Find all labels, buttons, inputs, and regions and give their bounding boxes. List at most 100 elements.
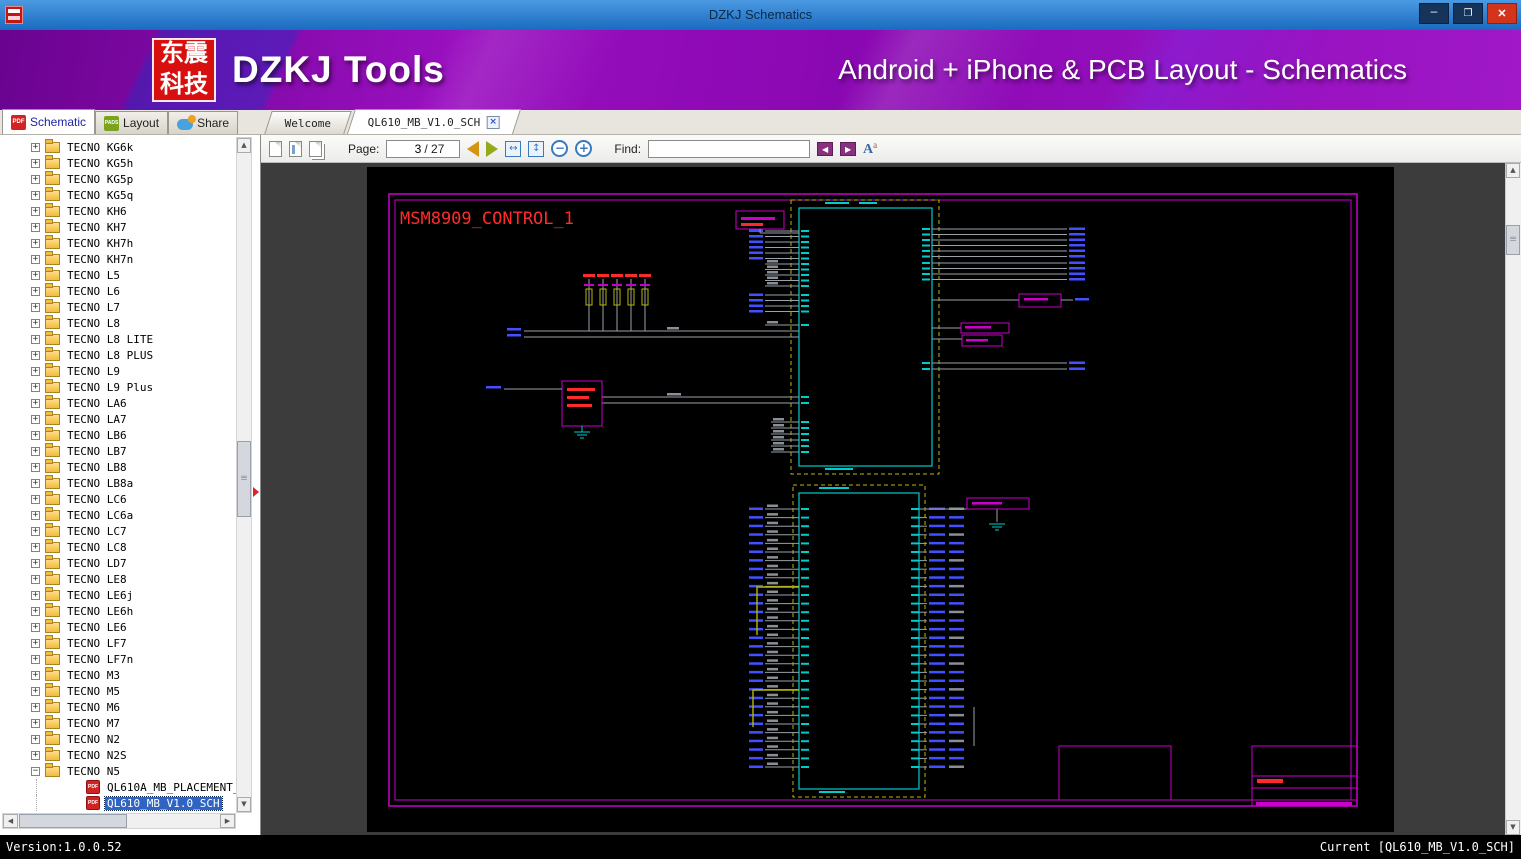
tree-item-folder[interactable]: + TECNO LF7n (0, 651, 236, 667)
tree-item-folder[interactable]: + TECNO LB8 (0, 459, 236, 475)
expand-toggle[interactable]: + (31, 334, 40, 344)
expand-toggle[interactable]: + (31, 254, 40, 264)
tree-item-pdf[interactable]: PDF QL610A_MB_PLACEMENT_V1.01 (0, 779, 236, 795)
viewer-scroll-down-arrow[interactable]: ▼ (1506, 820, 1520, 835)
tree-item-folder[interactable]: + TECNO KG6k (0, 139, 236, 155)
expand-toggle[interactable]: + (31, 526, 40, 536)
tree-item-folder[interactable]: + TECNO M7 (0, 715, 236, 731)
expand-toggle[interactable]: + (31, 574, 40, 584)
expand-toggle[interactable]: + (31, 702, 40, 712)
close-button[interactable] (1487, 3, 1517, 24)
doc-tab-welcome[interactable]: Welcome (264, 111, 353, 134)
expand-toggle[interactable]: + (31, 606, 40, 616)
tree-item-folder[interactable]: + TECNO LF7 (0, 635, 236, 651)
zoom-out-icon[interactable] (551, 140, 569, 157)
tree-item-folder[interactable]: + TECNO L9 (0, 363, 236, 379)
tree-item-folder[interactable]: + TECNO KH6 (0, 203, 236, 219)
expand-toggle[interactable]: + (31, 142, 40, 152)
previous-page-button[interactable] (467, 140, 480, 157)
tree-item-folder[interactable]: + TECNO LD7 (0, 555, 236, 571)
schematic-viewer[interactable]: MSM8909_CONTROL_1 (261, 163, 1505, 835)
splitter-collapse-icon[interactable] (253, 487, 259, 497)
tree-item-folder[interactable]: + TECNO M5 (0, 683, 236, 699)
single-page-icon[interactable] (269, 140, 282, 157)
expand-toggle[interactable]: + (31, 478, 40, 488)
tab-share[interactable]: Share (168, 111, 239, 134)
expand-toggle[interactable]: + (31, 190, 40, 200)
tab-schematic[interactable]: PDF Schematic (2, 109, 96, 134)
tree-item-folder[interactable]: + TECNO M6 (0, 699, 236, 715)
maximize-button[interactable] (1453, 3, 1483, 24)
expand-toggle[interactable]: + (31, 350, 40, 360)
tree-item-folder[interactable]: + TECNO LB6 (0, 427, 236, 443)
schematic-page[interactable]: MSM8909_CONTROL_1 (367, 167, 1394, 832)
tree-item-folder[interactable]: + TECNO LB8a (0, 475, 236, 491)
tree-item-folder[interactable]: + TECNO M3 (0, 667, 236, 683)
tree-item-folder[interactable]: + TECNO LC6a (0, 507, 236, 523)
tree-item-folder[interactable]: + TECNO N2S (0, 747, 236, 763)
find-input[interactable] (648, 139, 811, 158)
tree-item-folder[interactable]: + TECNO LC7 (0, 523, 236, 539)
tree-horizontal-scrollbar[interactable]: ◀ ▶ (2, 813, 236, 829)
expand-toggle[interactable]: + (31, 222, 40, 232)
tree-item-folder[interactable]: + TECNO LE6h (0, 603, 236, 619)
tree-item-folder[interactable]: + TECNO N2 (0, 731, 236, 747)
expand-toggle[interactable]: + (31, 734, 40, 744)
expand-toggle[interactable]: + (31, 398, 40, 408)
tree-item-folder[interactable]: + TECNO KH7 (0, 219, 236, 235)
viewer-scroll-up-arrow[interactable]: ▲ (1506, 163, 1520, 178)
page-number-input[interactable] (391, 141, 422, 156)
tree-item-pdf[interactable]: PDF QL610_MB_V1.0_SCH (0, 795, 236, 811)
doc-tab-schematic-file[interactable]: QL610_MB_V1.0_SCH (347, 109, 522, 134)
tree-hscrollbar-thumb[interactable] (19, 814, 127, 828)
tree-scrollbar-thumb[interactable] (237, 441, 251, 517)
expand-toggle[interactable]: + (31, 654, 40, 664)
expand-toggle[interactable]: + (31, 414, 40, 424)
expand-toggle[interactable]: + (31, 286, 40, 296)
expand-toggle[interactable]: + (31, 638, 40, 648)
expand-toggle[interactable]: + (31, 318, 40, 328)
scroll-down-arrow[interactable]: ▼ (237, 797, 251, 812)
tree-item-folder[interactable]: + TECNO LC6 (0, 491, 236, 507)
find-previous-icon[interactable] (817, 141, 834, 156)
expand-toggle[interactable]: − (31, 766, 40, 776)
next-page-button[interactable] (486, 140, 499, 157)
minimize-button[interactable] (1419, 3, 1449, 24)
expand-toggle[interactable]: + (31, 750, 40, 760)
expand-toggle[interactable]: + (31, 494, 40, 504)
expand-toggle[interactable]: + (31, 590, 40, 600)
tree-item-folder[interactable]: + TECNO LE6 (0, 619, 236, 635)
tree-item-folder[interactable]: + TECNO L5 (0, 267, 236, 283)
expand-toggle[interactable]: + (31, 382, 40, 392)
expand-toggle[interactable]: + (31, 542, 40, 552)
viewer-vertical-scrollbar[interactable]: ▲ ▼ (1505, 163, 1521, 835)
text-size-icon[interactable] (863, 140, 877, 158)
expand-toggle[interactable]: + (31, 686, 40, 696)
expand-toggle[interactable]: + (31, 206, 40, 216)
tree-item-folder[interactable]: + TECNO LB7 (0, 443, 236, 459)
facing-pages-icon[interactable] (289, 140, 302, 157)
tree-item-folder[interactable]: + TECNO KH7h (0, 235, 236, 251)
expand-toggle[interactable]: + (31, 622, 40, 632)
expand-toggle[interactable]: + (31, 366, 40, 376)
tree-item-folder[interactable]: + TECNO KG5p (0, 171, 236, 187)
expand-toggle[interactable]: + (31, 462, 40, 472)
expand-toggle[interactable]: + (31, 510, 40, 520)
expand-toggle[interactable]: + (31, 558, 40, 568)
tree-item-folder[interactable]: + TECNO LC8 (0, 539, 236, 555)
expand-toggle[interactable]: + (31, 446, 40, 456)
tree-vertical-scrollbar[interactable]: ▲ ▼ (236, 137, 252, 813)
expand-toggle[interactable]: + (31, 670, 40, 680)
zoom-in-icon[interactable] (575, 140, 593, 157)
scroll-up-arrow[interactable]: ▲ (237, 138, 251, 153)
fit-page-icon[interactable] (528, 140, 545, 157)
expand-toggle[interactable]: + (31, 270, 40, 280)
expand-toggle[interactable]: + (31, 238, 40, 248)
scroll-right-arrow[interactable]: ▶ (220, 814, 235, 828)
expand-toggle[interactable]: + (31, 302, 40, 312)
find-next-icon[interactable] (840, 141, 857, 156)
scroll-left-arrow[interactable]: ◀ (3, 814, 18, 828)
expand-toggle[interactable]: + (31, 430, 40, 440)
expand-toggle[interactable]: + (31, 718, 40, 728)
tree-item-folder[interactable]: + TECNO L6 (0, 283, 236, 299)
